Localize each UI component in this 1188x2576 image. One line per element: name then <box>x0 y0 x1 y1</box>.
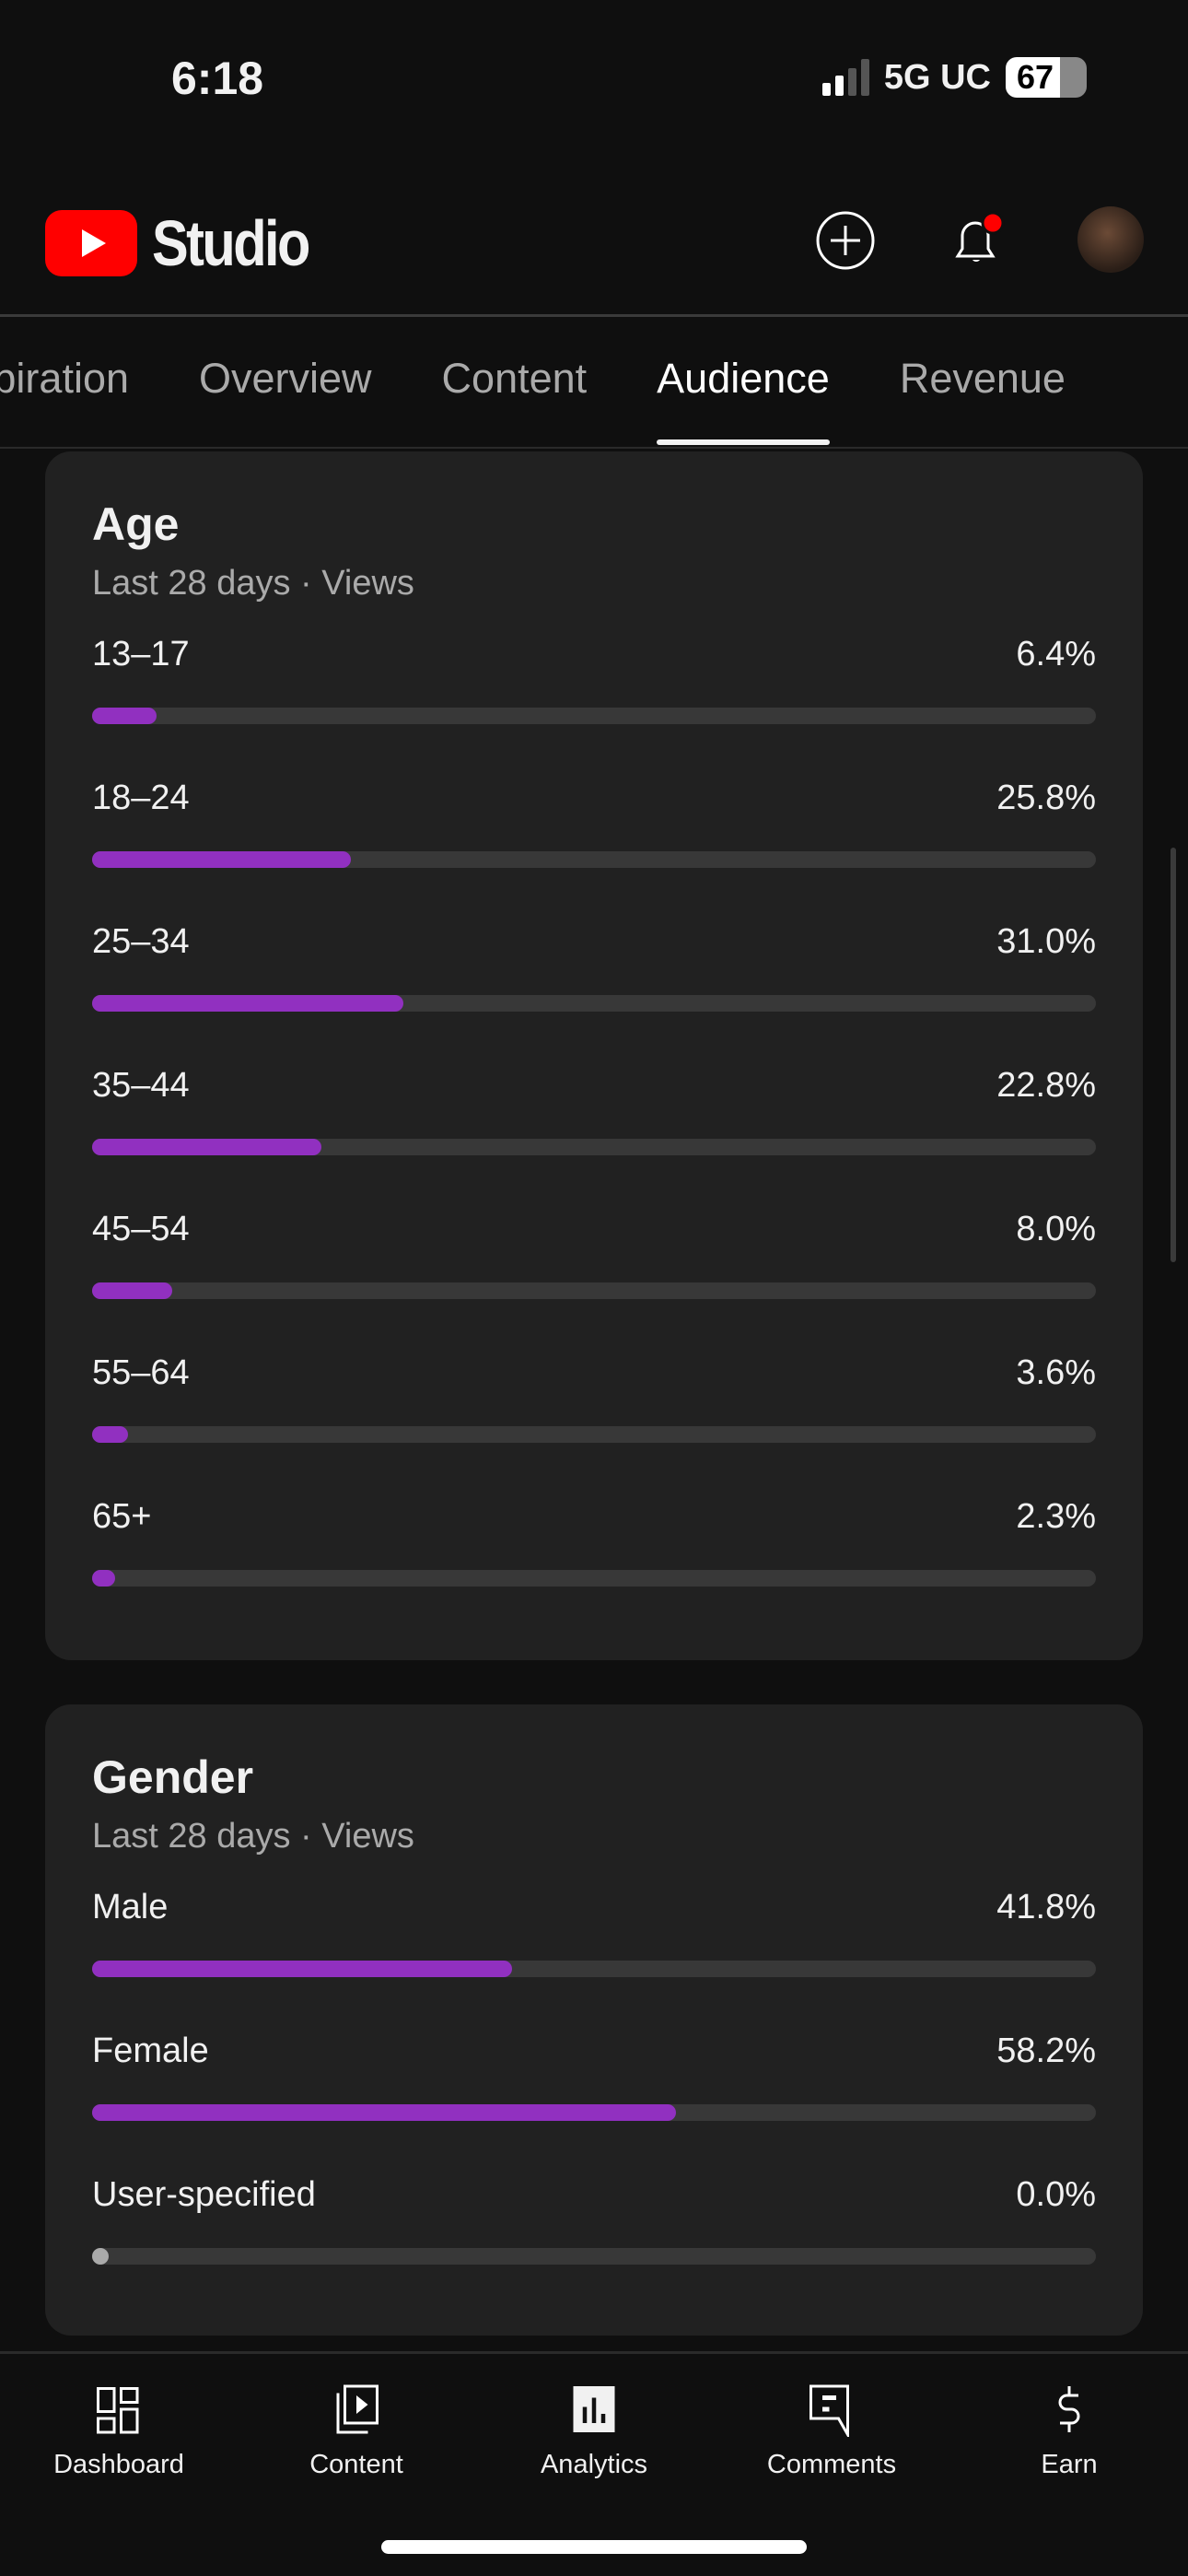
nav-comments[interactable]: Comments <box>713 2382 950 2480</box>
tab-inspiration[interactable]: Inspiration <box>0 355 129 403</box>
battery-level: 67 <box>1017 58 1054 96</box>
row-value: 8.0% <box>1016 1210 1096 1248</box>
row-value: 3.6% <box>1016 1353 1096 1392</box>
row-value: 6.4% <box>1016 635 1096 673</box>
age-row: 13–17 6.4% <box>92 635 1096 779</box>
dollar-icon <box>1058 2386 1080 2432</box>
age-row: 18–24 25.8% <box>92 779 1096 922</box>
row-value: 22.8% <box>996 1066 1096 1105</box>
row-label: 35–44 <box>92 1066 190 1105</box>
bar-track <box>92 708 1096 724</box>
gender-row: Male 41.8% <box>92 1888 1096 2032</box>
row-value: 2.3% <box>1016 1497 1096 1536</box>
row-label: Male <box>92 1888 169 1926</box>
home-indicator[interactable] <box>381 2540 807 2554</box>
tab-bar: Inspiration Overview Content Audience Re… <box>0 355 1066 445</box>
bar-track <box>92 1961 1096 1977</box>
tab-audience[interactable]: Audience <box>657 355 830 445</box>
bar-track <box>92 2248 1096 2265</box>
row-label: 13–17 <box>92 635 190 673</box>
bar-fill <box>92 708 157 724</box>
row-value: 41.8% <box>996 1888 1096 1926</box>
tab-content[interactable]: Content <box>442 355 588 403</box>
bar-fill <box>92 1570 116 1587</box>
bar-fill <box>92 1139 321 1155</box>
network-label: 5G UC <box>883 57 991 97</box>
gender-subtitle: Last 28 days · Views <box>92 1817 414 1856</box>
nav-content[interactable]: Content <box>238 2382 475 2480</box>
nav-label: Earn <box>1041 2450 1098 2479</box>
youtube-play-icon <box>45 210 137 276</box>
gender-card: Gender Last 28 days · Views Male 41.8% Fem… <box>45 1704 1143 2336</box>
tab-overview[interactable]: Overview <box>199 355 372 403</box>
create-icon[interactable] <box>815 210 876 271</box>
bar-fill <box>92 1282 173 1299</box>
bar-track <box>92 1139 1096 1155</box>
scrollbar[interactable] <box>1171 848 1176 1262</box>
bar-track <box>92 1282 1096 1299</box>
row-label: User-specified <box>92 2175 316 2214</box>
tabs-divider <box>0 447 1188 449</box>
bar-fill <box>92 1961 512 1977</box>
nav-dashboard[interactable]: Dashboard <box>0 2382 238 2480</box>
header-divider <box>0 314 1188 317</box>
bar-fill <box>92 995 403 1012</box>
status-time: 6:18 <box>171 53 264 104</box>
age-row: 35–44 22.8% <box>92 1066 1096 1210</box>
content-icon <box>336 2384 379 2434</box>
bar-fill <box>92 2248 109 2265</box>
bar-fill <box>92 2104 677 2121</box>
gender-row: Female 58.2% <box>92 2032 1096 2175</box>
row-label: 55–64 <box>92 1353 190 1392</box>
age-row: 65+ 2.3% <box>92 1497 1096 1641</box>
bar-track <box>92 995 1096 1012</box>
gender-row: User-specified 0.0% <box>92 2175 1096 2319</box>
age-title: Age <box>92 498 180 550</box>
avatar[interactable] <box>1077 206 1144 273</box>
dashboard-icon <box>97 2387 139 2434</box>
row-label: 25–34 <box>92 922 190 961</box>
nav-label: Comments <box>766 2450 897 2479</box>
nav-label: Dashboard <box>53 2450 184 2479</box>
nav-analytics[interactable]: Analytics <box>475 2382 713 2480</box>
app-name: Studio <box>152 207 310 279</box>
youtube-studio-logo[interactable]: Studio <box>45 206 336 280</box>
age-row: 25–34 31.0% <box>92 922 1096 1066</box>
bar-fill <box>92 851 352 868</box>
age-row: 55–64 3.6% <box>92 1353 1096 1497</box>
row-value: 31.0% <box>996 922 1096 961</box>
battery-icon: 67 <box>1006 57 1087 98</box>
tab-revenue[interactable]: Revenue <box>900 355 1066 403</box>
gender-title: Gender <box>92 1751 254 1803</box>
row-label: 65+ <box>92 1497 152 1536</box>
bell-icon[interactable] <box>947 210 1007 271</box>
status-indicators: 5G UC 67 <box>821 57 1087 98</box>
bar-track <box>92 2104 1096 2121</box>
bar-fill <box>92 1426 129 1443</box>
age-row: 45–54 8.0% <box>92 1210 1096 1353</box>
row-value: 25.8% <box>996 779 1096 817</box>
analytics-icon <box>573 2386 615 2432</box>
row-label: 45–54 <box>92 1210 190 1248</box>
row-value: 58.2% <box>996 2032 1096 2070</box>
signal-icon <box>821 59 869 96</box>
row-label: 18–24 <box>92 779 190 817</box>
nav-label: Content <box>309 2450 403 2479</box>
age-subtitle: Last 28 days · Views <box>92 564 414 603</box>
row-label: Female <box>92 2032 209 2070</box>
bar-track <box>92 1570 1096 1587</box>
comments-icon <box>809 2384 849 2437</box>
nav-label: Analytics <box>540 2450 648 2479</box>
age-card: Age Last 28 days · Views 13–17 6.4% 18–24 2… <box>45 451 1143 1660</box>
row-value: 0.0% <box>1016 2175 1096 2214</box>
bar-track <box>92 851 1096 868</box>
nav-earn[interactable]: Earn <box>950 2382 1188 2480</box>
bar-track <box>92 1426 1096 1443</box>
